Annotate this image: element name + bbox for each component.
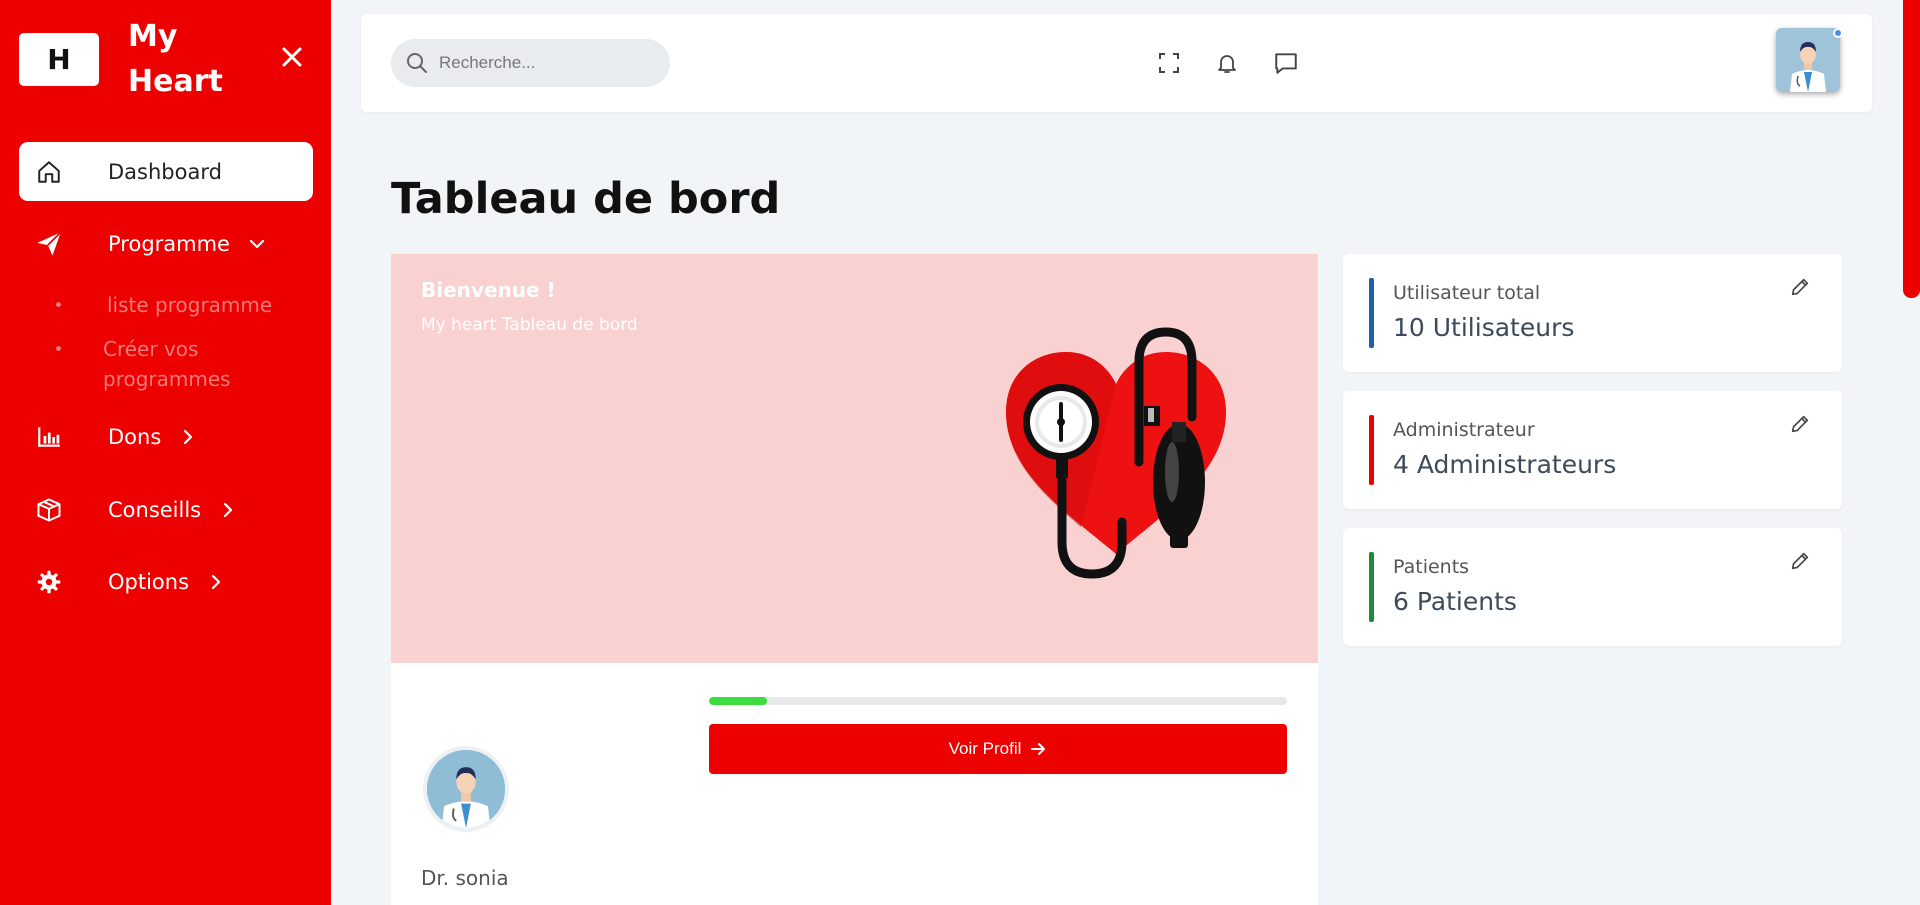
notifications-button[interactable] [1212, 48, 1242, 78]
chevron-down-icon [248, 234, 268, 254]
chevron-right-icon [207, 572, 227, 592]
sidebar-item-label: Programme [108, 231, 230, 256]
pencil-icon [1791, 552, 1809, 570]
pencil-icon [1791, 415, 1809, 433]
chevron-right-icon [179, 427, 199, 447]
edit-button[interactable] [1789, 550, 1813, 574]
stat-card-users: Utilisateur total 10 Utilisateurs [1343, 254, 1842, 372]
sidebar-subitem-creer-programmes[interactable]: Créer vos programmes [56, 334, 273, 394]
edit-button[interactable] [1789, 413, 1813, 437]
scrollbar-thumb[interactable] [1903, 0, 1920, 298]
welcome-title: Bienvenue ! [421, 278, 556, 302]
subitem-label: liste programme [107, 293, 273, 317]
logo[interactable]: H [19, 33, 99, 86]
doctor-avatar-icon [427, 750, 505, 828]
heart-blood-pressure-illustration [1006, 327, 1226, 579]
gear-icon [19, 552, 79, 611]
sidebar-item-label: Dashboard [108, 159, 222, 184]
stat-value: 10 Utilisateurs [1393, 313, 1575, 342]
sidebar-item-label: Options [108, 569, 190, 594]
close-icon [282, 47, 302, 67]
edit-button[interactable] [1789, 276, 1813, 300]
bar-chart-icon [19, 407, 79, 466]
topbar [361, 14, 1872, 112]
sidebar-subitem-liste-programme[interactable]: liste programme [56, 290, 272, 320]
stat-accent-bar [1369, 278, 1374, 348]
welcome-subtitle: My heart Tableau de bord [421, 315, 638, 335]
online-status-dot [1833, 28, 1843, 38]
bullet-icon [56, 346, 61, 351]
bullet-icon [56, 302, 61, 307]
logo-letter: H [47, 43, 71, 76]
stat-accent-bar [1369, 415, 1374, 485]
sidebar-item-dashboard[interactable]: Dashboard [19, 142, 313, 201]
fullscreen-icon [1159, 53, 1179, 73]
subitem-label: Créer vos programmes [103, 337, 231, 391]
stat-card-admins: Administrateur 4 Administrateurs [1343, 391, 1842, 509]
view-profile-label: Voir Profil [948, 739, 1022, 758]
chevron-right-icon [219, 500, 239, 520]
stat-value: 6 Patients [1393, 587, 1517, 616]
progress-fill [709, 697, 767, 705]
sidebar-item-options[interactable]: Options [19, 552, 313, 611]
stat-label: Administrateur [1393, 419, 1535, 441]
stat-accent-bar [1369, 552, 1374, 622]
sidebar-item-label: Conseills [108, 497, 202, 522]
page-title: Tableau de bord [391, 174, 781, 224]
sidebar: H My Heart Dashboard Programme liste pro… [0, 0, 331, 905]
stat-card-patients: Patients 6 Patients [1343, 528, 1842, 646]
search-input[interactable] [439, 53, 659, 73]
search-box[interactable] [391, 39, 670, 87]
sidebar-item-programme[interactable]: Programme [19, 214, 313, 273]
pencil-icon [1791, 278, 1809, 296]
stat-label: Patients [1393, 556, 1470, 578]
stat-label: Utilisateur total [1393, 282, 1541, 304]
home-icon [19, 142, 79, 201]
sidebar-item-label: Dons [108, 424, 162, 449]
messages-button[interactable] [1271, 48, 1301, 78]
search-icon [405, 51, 429, 75]
profile-progress-bar [709, 697, 1287, 705]
arrow-right-icon [1031, 743, 1046, 755]
brand-name: My Heart [128, 19, 223, 99]
doctor-avatar [423, 746, 509, 832]
paper-plane-icon [19, 214, 79, 273]
box-icon [19, 480, 79, 539]
view-profile-button[interactable]: Voir Profil [709, 724, 1287, 774]
welcome-card: Bienvenue ! My heart Tableau de bord [391, 254, 1318, 663]
bell-icon [1218, 55, 1236, 73]
doctor-avatar-icon [1776, 28, 1840, 92]
user-avatar[interactable] [1776, 28, 1840, 92]
close-sidebar-button[interactable] [278, 43, 306, 71]
fullscreen-button[interactable] [1154, 48, 1184, 78]
doctor-name: Dr. sonia [421, 866, 509, 890]
profile-card: Voir Profil Dr. sonia [391, 663, 1318, 905]
chat-icon [1275, 53, 1297, 74]
sidebar-item-dons[interactable]: Dons [19, 407, 313, 466]
sidebar-item-conseills[interactable]: Conseills [19, 480, 313, 539]
stat-value: 4 Administrateurs [1393, 450, 1617, 479]
